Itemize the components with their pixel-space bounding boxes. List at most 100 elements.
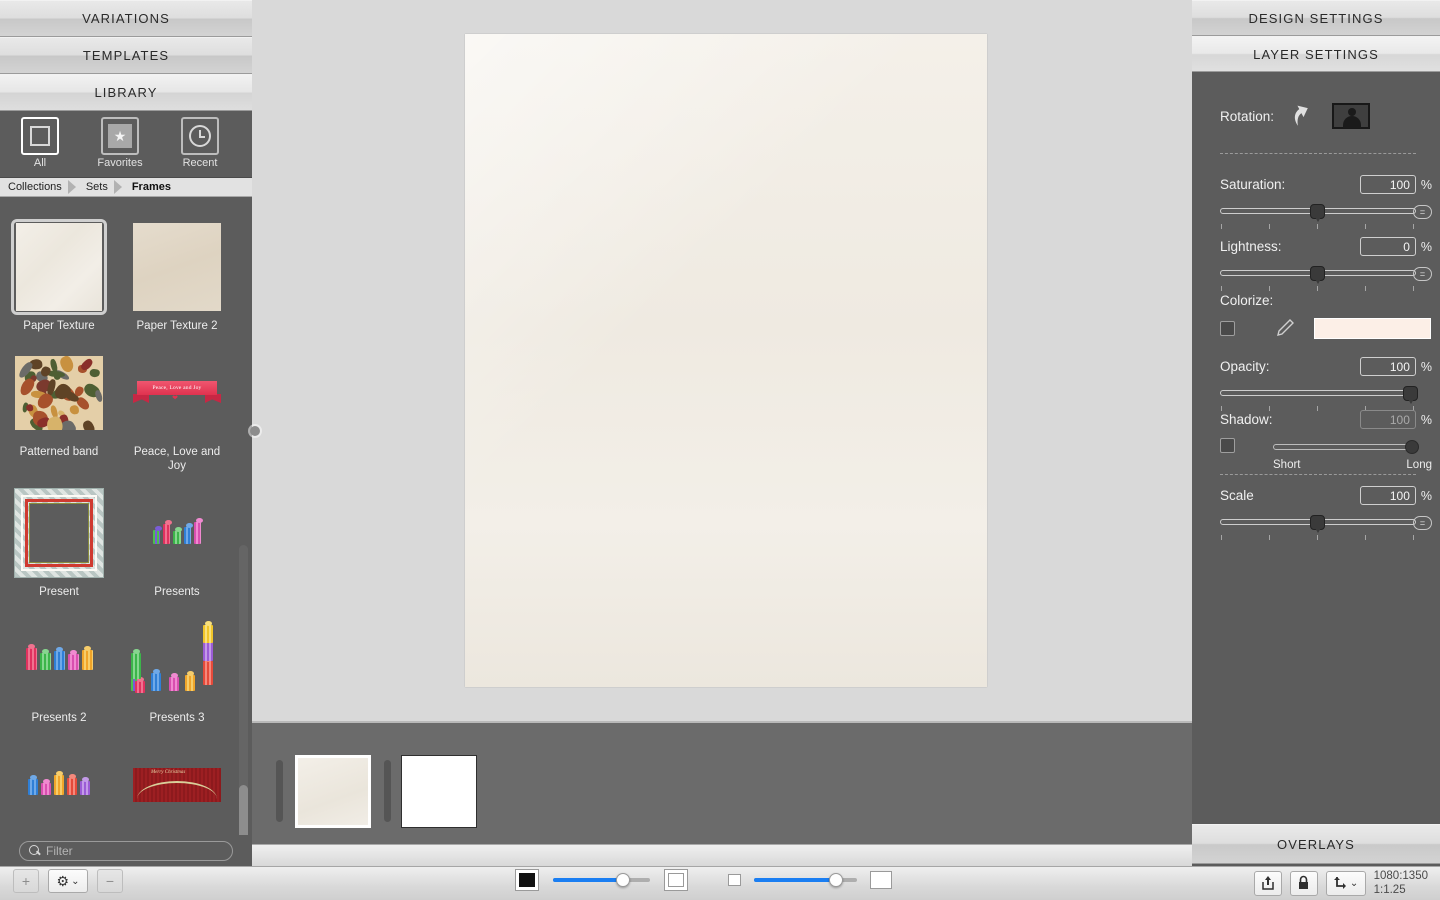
- library-item-thumbnail: [11, 219, 107, 315]
- library-item[interactable]: Paper Texture 2: [118, 219, 236, 333]
- shadow-checkbox[interactable]: [1220, 438, 1235, 453]
- library-mode-all[interactable]: All: [0, 117, 80, 169]
- breadcrumb-collections[interactable]: Collections: [0, 181, 68, 193]
- rotate-arrow-icon[interactable]: [1290, 102, 1316, 130]
- library-item-thumbnail: [129, 219, 225, 315]
- tab-overlays[interactable]: OVERLAYS: [1192, 824, 1440, 864]
- library-mode-favorites[interactable]: ★ Favorites: [80, 117, 160, 169]
- saturation-slider[interactable]: =: [1220, 202, 1432, 224]
- library-item[interactable]: Present: [0, 485, 118, 599]
- lightness-reset-button[interactable]: =: [1413, 267, 1432, 281]
- filter-box[interactable]: [19, 840, 233, 861]
- add-button[interactable]: +: [13, 869, 39, 893]
- opacity-unit: %: [1420, 359, 1432, 374]
- thumbnail-size-slider[interactable]: [754, 873, 857, 887]
- tab-design-settings[interactable]: DESIGN SETTINGS: [1192, 0, 1440, 36]
- library-item-thumbnail: [129, 611, 225, 707]
- remove-button[interactable]: −: [97, 869, 123, 893]
- dimensions-label: 1080:1350: [1373, 870, 1428, 882]
- library-scrollbar[interactable]: [239, 545, 248, 835]
- design-canvas[interactable]: [252, 0, 1192, 721]
- shadow-slider[interactable]: [1273, 438, 1419, 460]
- clock-icon: [181, 117, 219, 155]
- saturation-reset-button[interactable]: =: [1413, 205, 1432, 219]
- status-toolbar: ⌄ 1080:1350 1:1.25: [1253, 866, 1428, 900]
- lightness-slider[interactable]: =: [1220, 264, 1432, 286]
- lock-button[interactable]: [1289, 870, 1318, 896]
- breadcrumb-separator-icon: [113, 178, 124, 197]
- library-scrollbar-thumb[interactable]: [239, 785, 248, 835]
- tab-layer-settings[interactable]: LAYER SETTINGS: [1192, 36, 1440, 72]
- library-filter-row: [0, 835, 252, 866]
- search-input[interactable]: [46, 843, 223, 858]
- library-item[interactable]: [0, 737, 118, 833]
- lightness-label: Lightness:: [1220, 239, 1282, 254]
- library-item[interactable]: Presents 3: [118, 611, 236, 725]
- transform-axis-icon: [1333, 877, 1346, 889]
- banner-text: Merry Christmas: [151, 770, 186, 775]
- saturation-value-input[interactable]: [1359, 175, 1416, 194]
- shadow-control: Shadow: % Short Long: [1220, 410, 1432, 472]
- library-mode-recent[interactable]: Recent: [160, 117, 240, 169]
- white-square-icon[interactable]: [664, 869, 688, 891]
- filmstrip-handle[interactable]: [384, 760, 391, 822]
- shadow-unit: %: [1420, 412, 1432, 427]
- filmstrip-handle[interactable]: [276, 760, 283, 822]
- scale-reset-button[interactable]: =: [1413, 516, 1432, 530]
- tab-overlays-label: OVERLAYS: [1277, 836, 1355, 852]
- lock-closed-icon: [1299, 875, 1309, 889]
- share-button[interactable]: [1253, 870, 1282, 896]
- breadcrumb-frames[interactable]: Frames: [124, 181, 177, 193]
- chevron-down-icon: ⌄: [1349, 877, 1359, 889]
- lightness-ticks: [1220, 286, 1416, 292]
- library-item-label: Presents 3: [149, 712, 205, 724]
- accordion-tab-templates[interactable]: TEMPLATES: [0, 37, 252, 74]
- library-item[interactable]: Merry Christmas: [118, 737, 236, 833]
- saturation-ticks: [1220, 224, 1416, 230]
- eyedropper-icon[interactable]: [1274, 317, 1296, 339]
- search-icon: [29, 845, 40, 856]
- saturation-unit: %: [1420, 177, 1432, 192]
- library-item[interactable]: Presents: [118, 485, 236, 599]
- scale-unit: %: [1420, 488, 1432, 503]
- breadcrumb-sets[interactable]: Sets: [78, 181, 114, 193]
- colorize-checkbox[interactable]: [1220, 320, 1235, 336]
- breadcrumb-separator-icon: [67, 178, 78, 197]
- background-brightness-slider[interactable]: [553, 873, 650, 887]
- divider: [1220, 153, 1416, 154]
- library-item-label: Presents: [154, 586, 200, 598]
- opacity-value-input[interactable]: [1359, 357, 1416, 376]
- panel-splitter-handle[interactable]: [250, 426, 260, 436]
- scale-value-input[interactable]: [1359, 486, 1416, 505]
- library-toolbar: + ⚙ ⌄ −: [13, 869, 123, 893]
- transform-button[interactable]: ⌄: [1325, 870, 1366, 896]
- settings-gear-button[interactable]: ⚙ ⌄: [48, 869, 88, 893]
- accordion-tab-templates-label: TEMPLATES: [82, 48, 170, 63]
- scale-slider[interactable]: =: [1220, 513, 1432, 535]
- accordion-tab-variations[interactable]: VARIATIONS: [0, 0, 252, 37]
- library-item[interactable]: Patterned band: [0, 345, 118, 473]
- ratio-label: 1:1.25: [1373, 884, 1406, 896]
- library-item-thumbnail: [11, 611, 107, 707]
- library-item[interactable]: Paper Texture: [0, 219, 118, 333]
- shadow-value-input[interactable]: [1359, 410, 1416, 429]
- library-item[interactable]: Peace, Love and Joy ❤ Peace, Love and Jo…: [118, 345, 236, 473]
- library-item-thumbnail: [11, 345, 107, 441]
- scale-control: Scale % =: [1220, 486, 1432, 541]
- star-icon: ★: [101, 117, 139, 155]
- colorize-control: Colorize:: [1220, 293, 1432, 339]
- opacity-slider[interactable]: [1220, 384, 1432, 406]
- small-square-icon[interactable]: [728, 874, 741, 886]
- lightness-value-input[interactable]: [1359, 237, 1416, 256]
- portrait-landscape-icon[interactable]: [1332, 103, 1371, 129]
- black-square-icon[interactable]: [515, 869, 539, 891]
- filmstrip-page[interactable]: [401, 755, 477, 828]
- large-square-icon[interactable]: [870, 871, 892, 889]
- heart-icon: ❤: [172, 395, 178, 402]
- library-item[interactable]: Presents 2: [0, 611, 118, 725]
- page-sheet[interactable]: [465, 34, 987, 687]
- colorize-swatch[interactable]: [1314, 317, 1431, 339]
- accordion-tab-library[interactable]: LIBRARY: [0, 74, 252, 111]
- library-grid-scroll[interactable]: Paper Texture Paper Texture 2 Patterned …: [0, 207, 252, 835]
- filmstrip-page[interactable]: [295, 755, 371, 828]
